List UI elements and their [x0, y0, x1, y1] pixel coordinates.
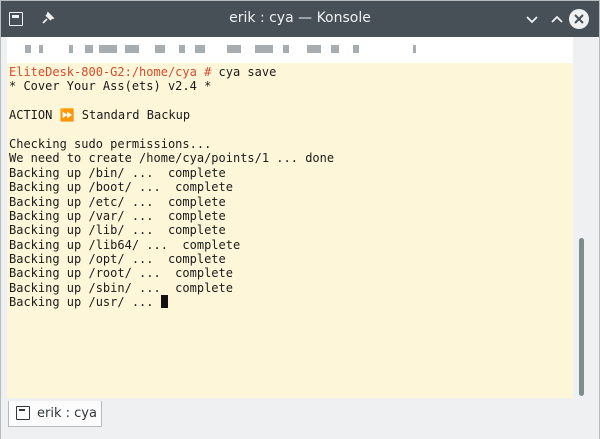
title-bar[interactable]: erik : cya — Konsole	[1, 1, 599, 37]
pixelated-toolbar-strip	[7, 37, 573, 63]
output-line: Backing up /sbin/ ... complete	[9, 280, 233, 295]
prompt-line: EliteDesk-800-G2:/home/cya # cya save	[9, 65, 573, 79]
vertical-scrollbar[interactable]	[575, 63, 591, 398]
output-line: Checking sudo permissions...	[9, 136, 212, 151]
prompt-command: cya save	[211, 65, 277, 79]
minimize-icon[interactable]	[522, 9, 542, 29]
current-line-text: Backing up /usr/ ...	[9, 295, 161, 310]
output-line: Backing up /bin/ ... complete	[9, 165, 226, 180]
output-line: We need to create /home/cya/points/1 ...…	[9, 151, 335, 166]
output-line: Backing up /var/ ... complete	[9, 208, 226, 223]
tab-bar: erik : cya	[1, 399, 599, 439]
terminal-output[interactable]: EliteDesk-800-G2:/home/cya # cya save * C…	[7, 63, 573, 398]
window-title: erik : cya — Konsole	[229, 10, 371, 26]
output-line: Backing up /lib64/ ... complete	[9, 237, 241, 252]
konsole-window: erik : cya — Konsole EliteDesk-800-G2:/h…	[0, 0, 600, 439]
output-line: Backing up /boot/ ... complete	[9, 180, 233, 195]
output-line: Backing up /opt/ ... complete	[9, 252, 226, 267]
output-line: Backing up /etc/ ... complete	[9, 194, 226, 209]
tab-erik-cya[interactable]: erik : cya	[8, 401, 102, 427]
current-line: Backing up /usr/ ...	[9, 295, 573, 309]
terminal-tab-icon	[16, 406, 30, 420]
output-line: Backing up /lib/ ... complete	[9, 223, 226, 238]
prompt-host: EliteDesk-800-G2:/home/cya #	[9, 65, 212, 79]
tab-label: erik : cya	[37, 406, 97, 421]
output-line: * Cover Your Ass(ets) v2.4 *	[9, 79, 212, 94]
scrollbar-thumb[interactable]	[579, 238, 584, 396]
close-icon[interactable]	[568, 8, 590, 30]
maximize-icon[interactable]	[547, 9, 567, 29]
output-line: ACTION ⏩ Standard Backup	[9, 108, 191, 123]
output-line: Backing up /root/ ... complete	[9, 266, 233, 281]
text-cursor	[160, 295, 168, 309]
